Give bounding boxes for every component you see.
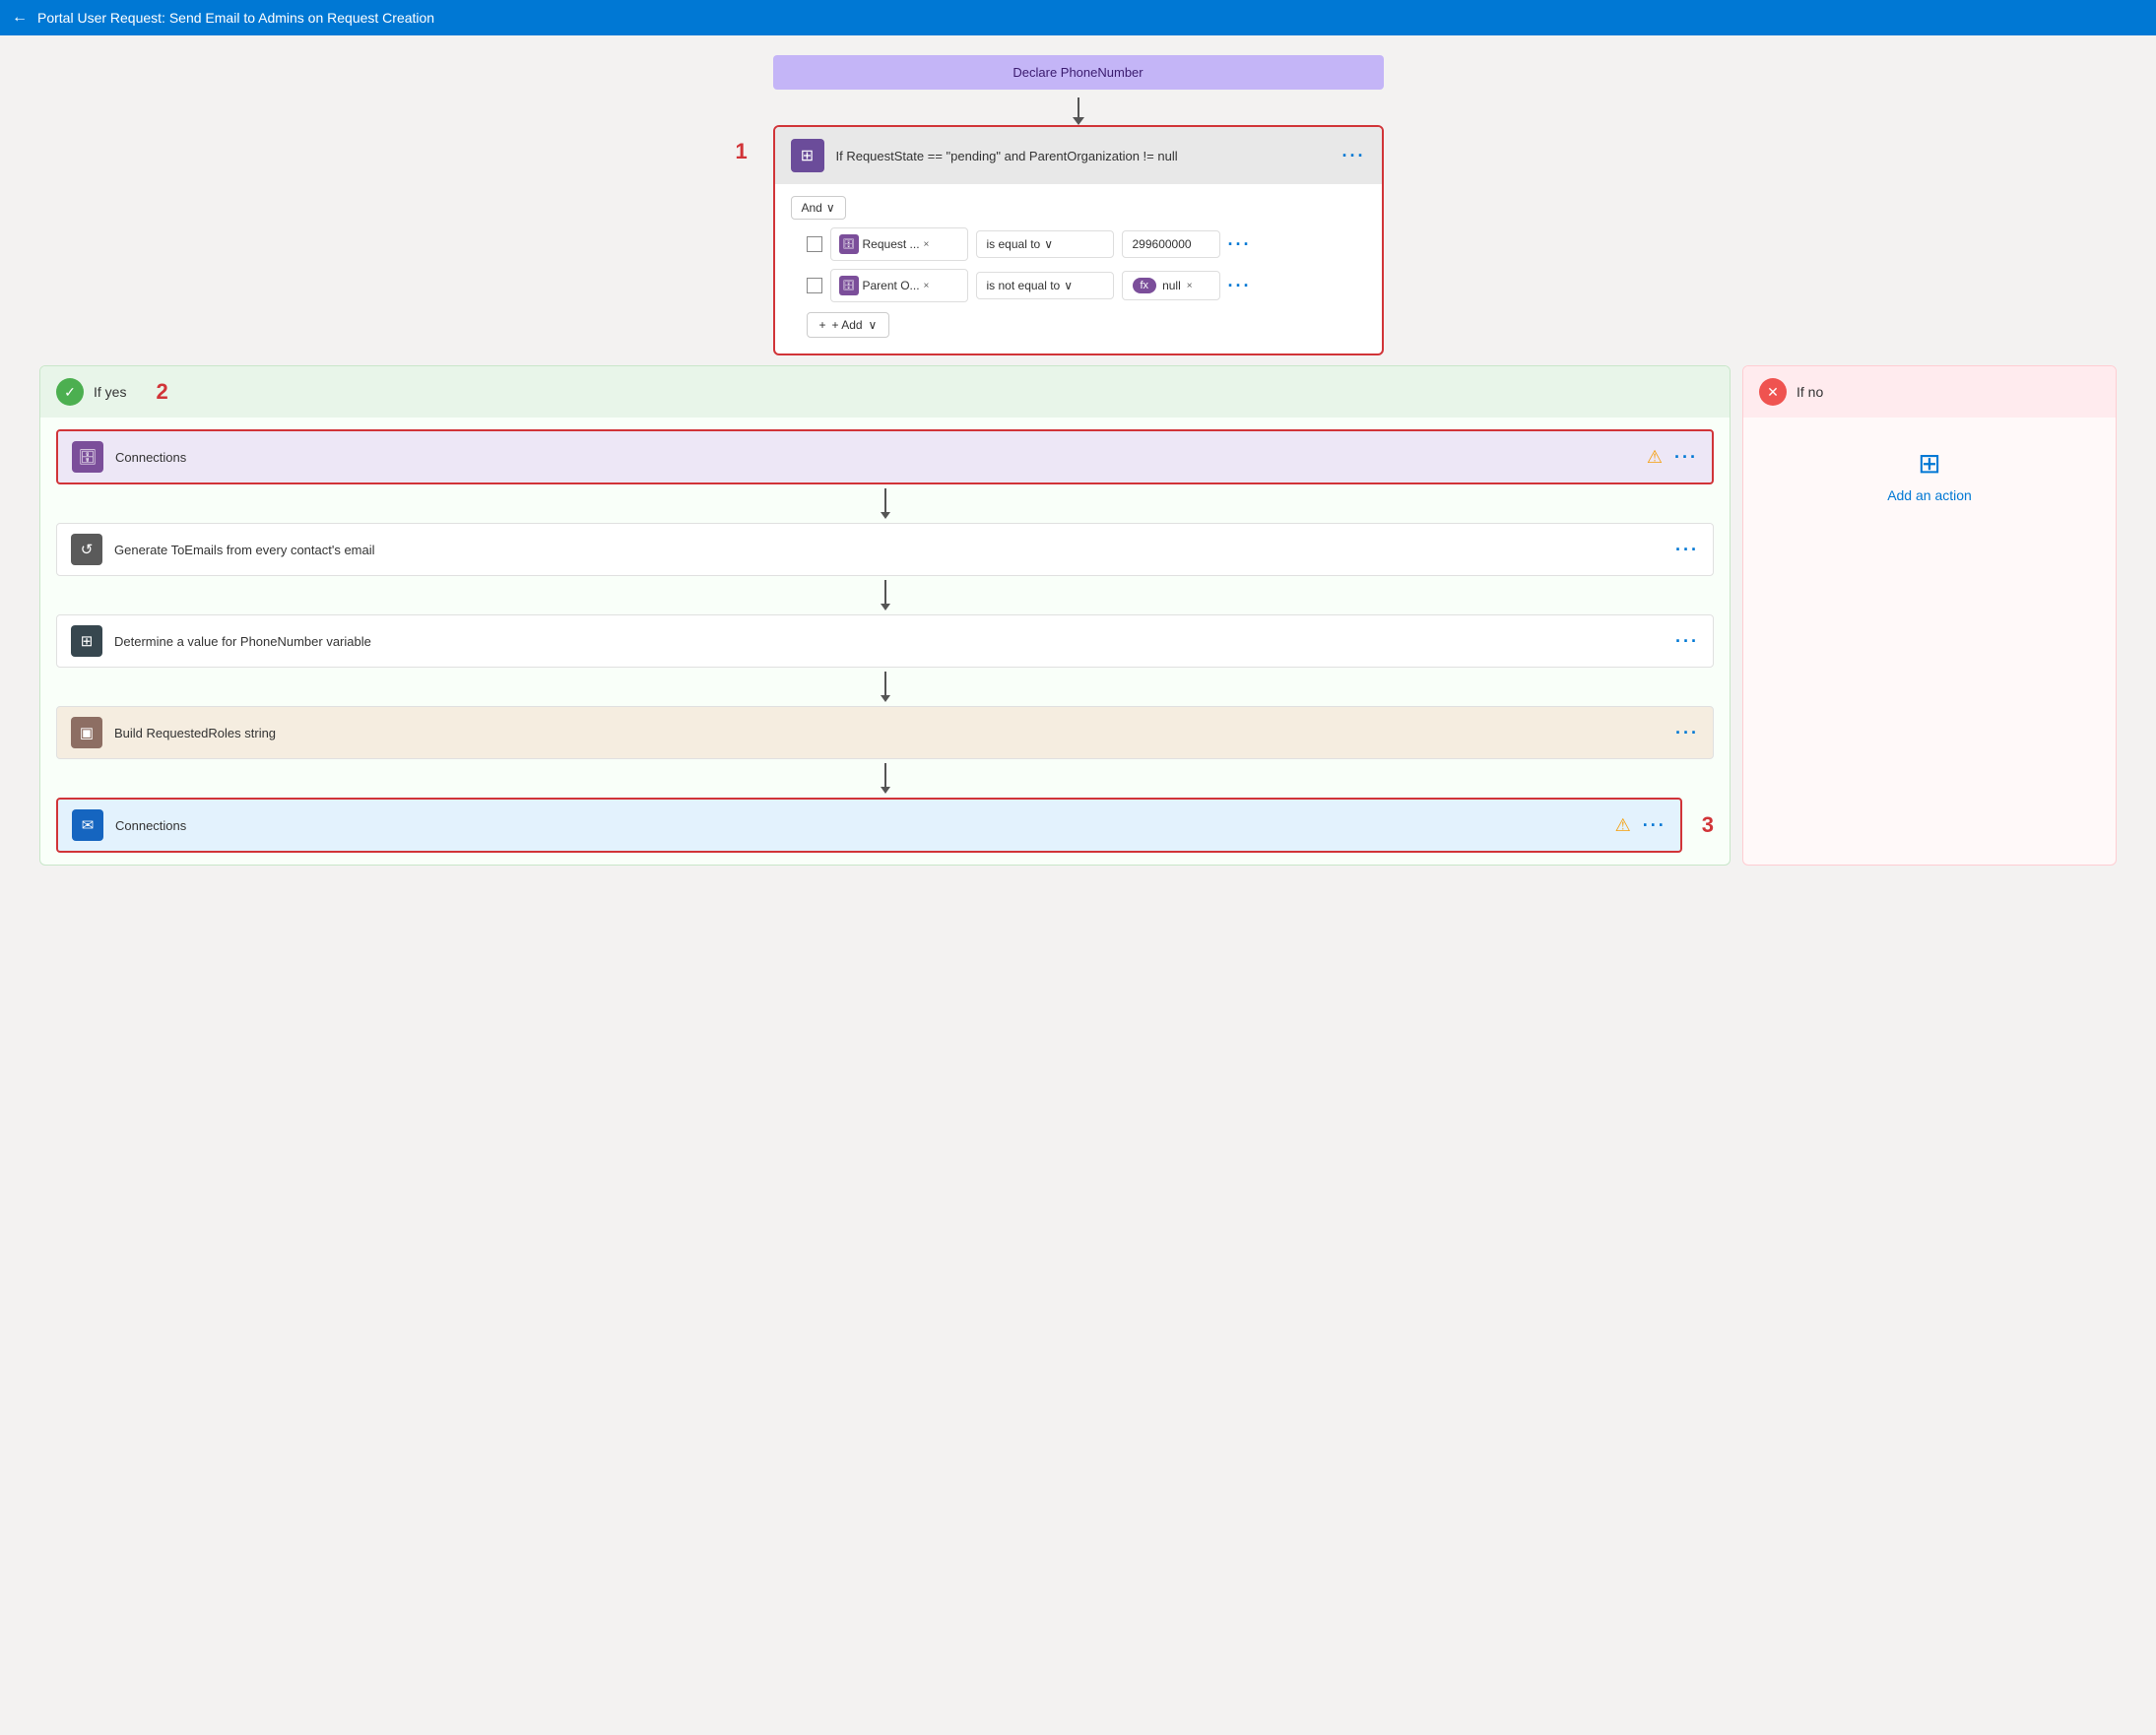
action-icon-determine: ⊞ [71,625,102,657]
field-icon-1: 🗄 [839,234,859,254]
branch-no-label: If no [1797,384,1823,400]
null-close[interactable]: × [1187,281,1193,291]
row2-more-button[interactable]: ··· [1228,276,1252,296]
add-label: + Add [832,318,863,332]
and-label: And [802,201,822,215]
action-connections-1[interactable]: 🗄 Connections ⚠ ··· [56,429,1714,484]
back-button[interactable]: ← [12,9,28,27]
condition-checkbox-1[interactable] [807,236,822,252]
connector-4 [56,759,1714,798]
condition-header: ⊞ If RequestState == "pending" and Paren… [775,127,1382,184]
branch-yes: ✓ If yes 2 🗄 Connections ⚠ ··· [39,365,1731,866]
and-chevron-icon: ∨ [826,201,835,215]
action-more-build[interactable]: ··· [1675,723,1699,743]
branch-no-icon: ✕ [1759,378,1787,406]
field-close-2[interactable]: × [924,281,930,291]
action-build[interactable]: ▣ Build RequestedRoles string ··· [56,706,1714,759]
add-chevron-icon: ∨ [869,318,878,332]
add-action-button[interactable]: ⊞ Add an action [1887,447,1972,503]
canvas: Declare PhoneNumber 1 ⊞ If RequestState … [0,35,2156,1735]
declare-block: Declare PhoneNumber [773,55,1384,90]
condition-rows: 🗄 Request ... × is equal to ∨ 299600000 … [775,220,1382,302]
and-badge[interactable]: And ∨ [791,196,846,220]
connector-2 [56,576,1714,614]
action-label-determine: Determine a value for PhoneNumber variab… [114,634,1664,649]
step-number-3: 3 [1702,812,1714,838]
action-more-generate[interactable]: ··· [1675,540,1699,560]
and-section: And ∨ [775,184,1382,220]
condition-checkbox-2[interactable] [807,278,822,293]
action-icon-connections-1: 🗄 [72,441,103,473]
field-close-1[interactable]: × [924,239,930,250]
add-action-label: Add an action [1887,487,1972,503]
branch-yes-header: ✓ If yes 2 [40,366,1730,418]
fx-chip: fx [1133,278,1157,293]
add-action-icon: ⊞ [1918,447,1940,480]
condition-row-2: 🗄 Parent O... × is not equal to ∨ fx [807,269,1366,302]
add-button[interactable]: + + Add ∨ [807,312,890,338]
page-title: Portal User Request: Send Email to Admin… [37,10,434,26]
operator-label-2: is not equal to [987,279,1061,292]
action-determine[interactable]: ⊞ Determine a value for PhoneNumber vari… [56,614,1714,668]
operator-chevron-1: ∨ [1044,237,1053,251]
fx-label: fx [1141,280,1149,291]
field-label-1: Request ... [863,237,920,251]
action-label-generate: Generate ToEmails from every contact's e… [114,543,1664,557]
action-more-1[interactable]: ··· [1674,447,1698,468]
condition-container: ⊞ If RequestState == "pending" and Paren… [773,125,1384,355]
action-connections-2[interactable]: ✉ Connections ⚠ ··· [56,798,1682,853]
add-plus-icon: + [819,318,826,332]
field-icon-2: 🗄 [839,276,859,295]
warning-icon-1: ⚠ [1647,447,1663,468]
condition-value-2: fx null × [1122,271,1220,300]
action-generate[interactable]: ↺ Generate ToEmails from every contact's… [56,523,1714,576]
condition-title: If RequestState == "pending" and ParentO… [836,149,1331,163]
top-bar: ← Portal User Request: Send Email to Adm… [0,0,2156,35]
action-label-build: Build RequestedRoles string [114,726,1664,740]
connector-3 [56,668,1714,706]
condition-operator-2[interactable]: is not equal to ∨ [976,272,1114,299]
branch-yes-content: 🗄 Connections ⚠ ··· ↺ Generate ToEmails … [40,418,1730,865]
condition-value-1[interactable]: 299600000 [1122,230,1220,258]
condition-row-1: 🗄 Request ... × is equal to ∨ 299600000 … [807,227,1366,261]
connector-arrow-1 [1073,90,1084,125]
connector-1 [56,484,1714,523]
branches: ✓ If yes 2 🗄 Connections ⚠ ··· [39,365,2117,866]
add-row: + + Add ∨ [775,302,1382,338]
operator-label-1: is equal to [987,237,1041,251]
condition-more-button[interactable]: ··· [1342,146,1366,166]
condition-icon: ⊞ [791,139,824,172]
branch-yes-icon: ✓ [56,378,84,406]
action-more-determine[interactable]: ··· [1675,631,1699,652]
condition-field-1[interactable]: 🗄 Request ... × [830,227,968,261]
action-icon-build: ▣ [71,717,102,748]
action-label-connections-2: Connections [115,818,1603,833]
action-icon-generate: ↺ [71,534,102,565]
operator-chevron-2: ∨ [1064,279,1073,292]
row1-more-button[interactable]: ··· [1228,234,1252,255]
branch-no-header: ✕ If no [1743,366,2116,418]
action-label-connections-1: Connections [115,450,1635,465]
field-label-2: Parent O... [863,279,920,292]
branch-yes-label: If yes [94,384,126,400]
null-value: null [1162,279,1181,292]
step-number-2: 2 [156,379,167,405]
condition-operator-1[interactable]: is equal to ∨ [976,230,1114,258]
action-icon-connections-2: ✉ [72,809,103,841]
action-more-2[interactable]: ··· [1643,815,1666,836]
branch-no: ✕ If no ⊞ Add an action [1742,365,2117,866]
warning-icon-2: ⚠ [1615,815,1631,836]
condition-field-2[interactable]: 🗄 Parent O... × [830,269,968,302]
add-action-container: ⊞ Add an action [1743,418,2116,533]
step-number-1: 1 [736,139,765,164]
